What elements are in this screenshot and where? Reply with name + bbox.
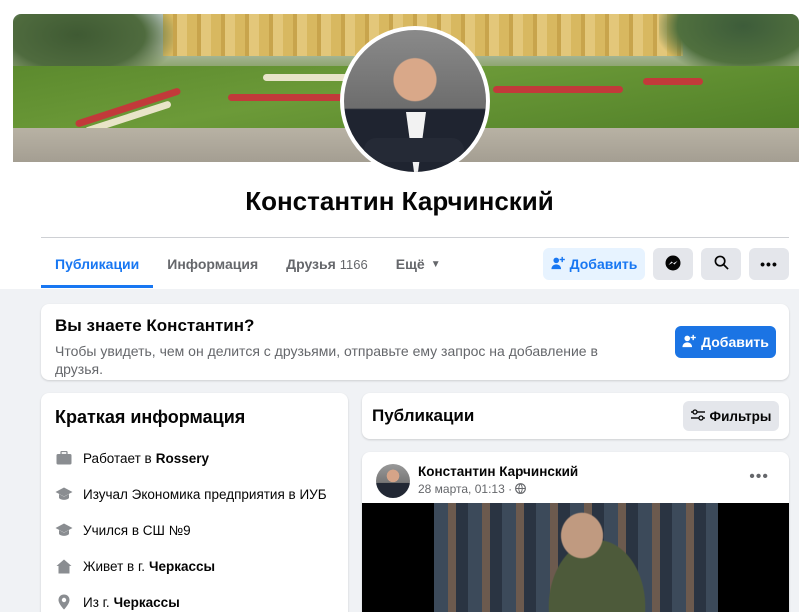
more-options-button[interactable]: ••• xyxy=(749,248,789,280)
home-icon xyxy=(55,557,73,575)
post-video[interactable] xyxy=(362,503,789,612)
caret-down-icon: ▼ xyxy=(430,258,441,270)
know-card-text: Чтобы увидеть, чем он делится с друзьями… xyxy=(55,343,598,377)
tab-friends[interactable]: Друзья 1166 xyxy=(272,240,382,288)
tab-label: Информация xyxy=(167,256,259,272)
intro-title: Краткая информация xyxy=(55,407,246,427)
tab-publications[interactable]: Публикации xyxy=(41,240,154,288)
profile-tabs: Публикации Информация Друзья 1166 Ещё ▼ xyxy=(41,240,455,288)
briefcase-icon xyxy=(55,449,73,467)
graduation-cap-icon xyxy=(55,521,73,539)
search-icon xyxy=(714,255,729,273)
add-friend-label: Добавить xyxy=(569,256,638,272)
post-more-options-icon[interactable]: ••• xyxy=(749,468,769,486)
tab-information[interactable]: Информация xyxy=(153,240,272,288)
avatar-arms xyxy=(364,138,464,162)
intro-item-value[interactable]: Черкассы xyxy=(114,595,180,610)
post-meta: 28 марта, 01:13 · xyxy=(418,482,527,496)
know-card-title: Вы знаете Константин? xyxy=(55,316,255,335)
posts-title: Публикации xyxy=(372,406,475,425)
search-button[interactable] xyxy=(701,248,741,280)
tab-more[interactable]: Ещё ▼ xyxy=(382,240,455,288)
ellipsis-icon: ••• xyxy=(760,256,778,272)
posts-header-card: Публикации Фильтры xyxy=(362,393,789,439)
intro-item-text: Из г. xyxy=(83,594,110,610)
intro-item-school: Учился в СШ №9 xyxy=(55,512,334,548)
cover-flowerbed xyxy=(228,94,348,101)
intro-item-text: Учился в СШ №9 xyxy=(83,522,191,538)
intro-item-text: Работает в xyxy=(83,450,152,466)
cover-flowerbed xyxy=(493,86,623,93)
cover-trees-right xyxy=(659,14,799,74)
profile-name: Константин Карчинский xyxy=(245,186,554,216)
profile-avatar[interactable] xyxy=(340,26,490,176)
tab-label: Друзья xyxy=(286,256,336,272)
location-pin-icon xyxy=(55,593,73,611)
add-friend-button[interactable]: Добавить xyxy=(543,248,645,280)
add-friend-icon xyxy=(682,334,696,351)
header-divider xyxy=(41,237,789,238)
graduation-cap-icon xyxy=(55,485,73,503)
intro-item-work: Работает в Rossery xyxy=(55,440,334,476)
intro-item-study: Изучал Экономика предприятия в ИУБ xyxy=(55,476,334,512)
intro-item-from: Из г. Черкассы xyxy=(55,584,334,612)
intro-item-value[interactable]: Rossery xyxy=(156,451,209,466)
add-friend-icon xyxy=(551,256,565,273)
intro-item-text: Изучал Экономика предприятия в ИУБ xyxy=(83,486,327,502)
profile-actions: Добавить ••• xyxy=(543,248,789,280)
intro-item-lives: Живет в г. Черкассы xyxy=(55,548,334,584)
post-video-subject xyxy=(522,503,672,612)
filter-sliders-icon xyxy=(690,408,705,424)
tab-label: Ещё xyxy=(395,256,425,272)
know-card-add-label: Добавить xyxy=(701,334,769,350)
post-author-avatar[interactable] xyxy=(376,464,410,498)
friends-count: 1166 xyxy=(339,256,368,272)
post-author-name[interactable]: Константин Карчинский xyxy=(418,464,578,479)
filters-label: Фильтры xyxy=(709,408,772,424)
people-you-may-know-card: Вы знаете Константин? Чтобы увидеть, чем… xyxy=(41,304,789,380)
post-card: Константин Карчинский 28 марта, 01:13 · … xyxy=(362,452,789,612)
intro-item-text: Живет в г. xyxy=(83,558,145,574)
intro-item-value[interactable]: Черкассы xyxy=(149,559,215,574)
know-card-add-button[interactable]: Добавить xyxy=(675,326,776,358)
intro-card: Краткая информация Работает в Rossery Изу… xyxy=(41,393,348,612)
post-date[interactable]: 28 марта, 01:13 · xyxy=(418,482,512,496)
messenger-icon xyxy=(665,255,681,274)
filters-button[interactable]: Фильтры xyxy=(683,401,779,431)
tab-label: Публикации xyxy=(55,256,140,272)
globe-icon xyxy=(515,482,527,496)
messenger-button[interactable] xyxy=(653,248,693,280)
cover-flowerbed xyxy=(263,74,353,81)
cover-flowerbed xyxy=(643,78,703,85)
